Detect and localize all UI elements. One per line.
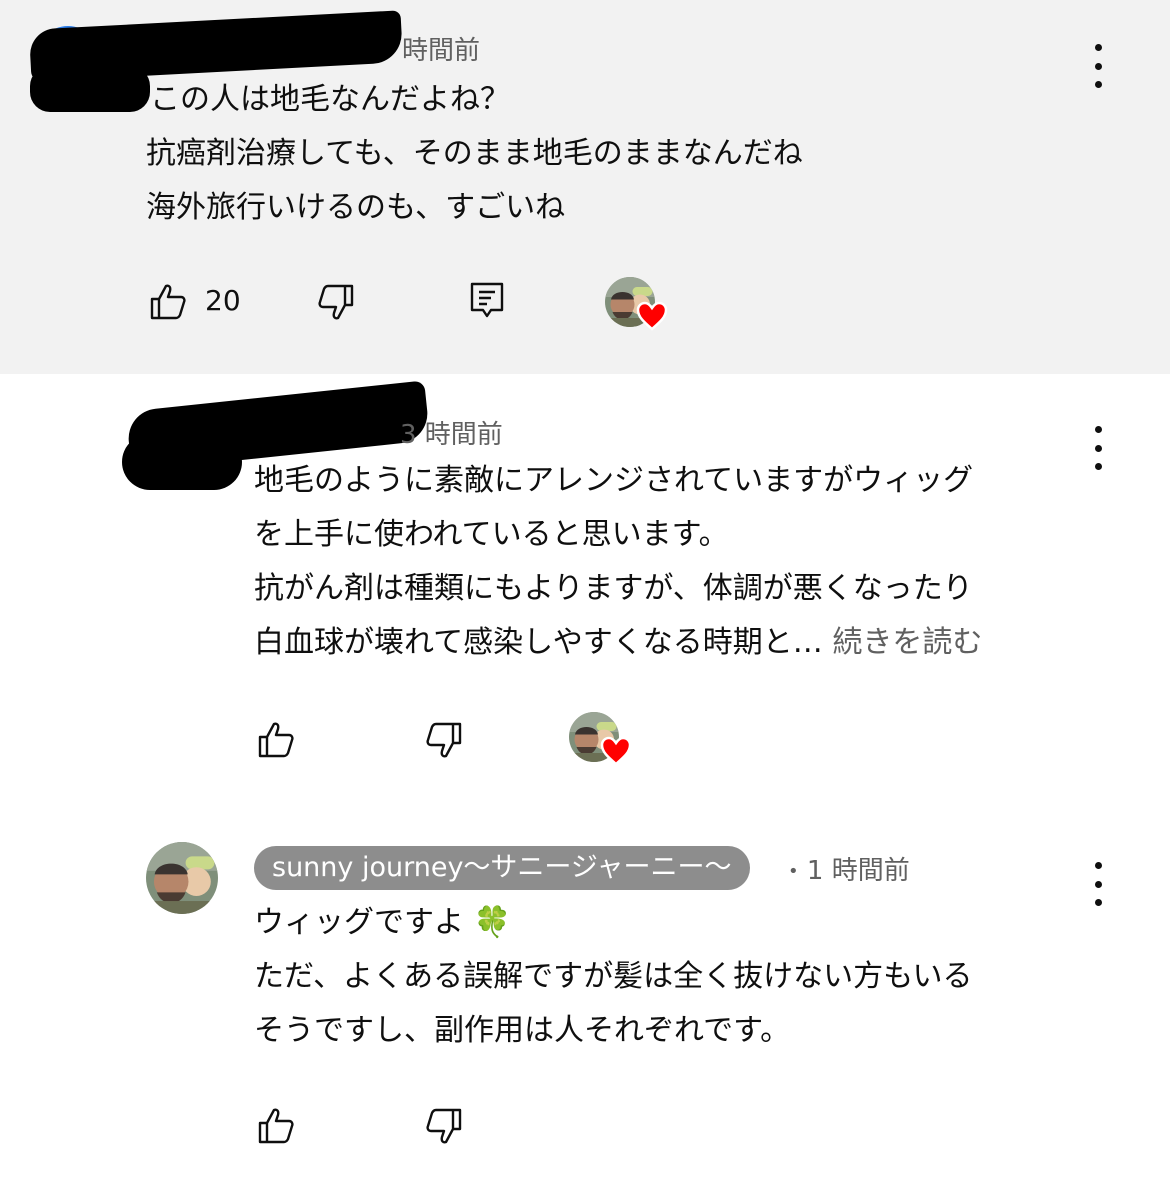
- creator-reply-comment: sunny journey〜サニージャーニー〜 • 1 時間前 ウィッグですよ …: [0, 804, 1170, 1193]
- creator-name-chip[interactable]: sunny journey〜サニージャーニー〜: [254, 846, 750, 890]
- like-count: 20: [205, 284, 241, 317]
- comment-text: ウィッグですよ: [254, 905, 464, 940]
- thumbs-up-icon: [148, 282, 188, 322]
- comment-truncated-text: 白血球が壊れて感染しやすくなる時期と…: [254, 625, 823, 660]
- comment-text-line: ただ、よくある誤解ですが髪は全く抜けない方もいる: [254, 959, 973, 994]
- comment-text-line: ウィッグですよ 🍀: [254, 896, 511, 950]
- thumbs-down-icon: [316, 282, 356, 322]
- thumbs-up-icon: [256, 1106, 296, 1146]
- thumbs-down-icon: [424, 720, 464, 760]
- comment-text-line: この人は地毛なんだよね？: [150, 82, 510, 117]
- four-leaf-clover-emoji: 🍀: [473, 905, 511, 940]
- comment-timestamp: 1 時間前: [806, 856, 910, 886]
- dislike-button[interactable]: [424, 720, 464, 760]
- comment-timestamp: 時間前: [402, 36, 481, 66]
- comment-menu-button[interactable]: [1088, 426, 1108, 470]
- reply-icon: [467, 280, 507, 320]
- comment-text-line: 抗がん剤は種類にもよりますが、体調が悪くなったり: [254, 571, 973, 606]
- read-more-link[interactable]: 続きを読む: [832, 625, 982, 660]
- dislike-button[interactable]: [316, 282, 356, 322]
- comment-text-line: 抗癌剤治療しても、そのまま地毛のままなんだね: [146, 136, 803, 171]
- reply-button[interactable]: [467, 280, 507, 320]
- like-button[interactable]: [256, 1106, 296, 1146]
- redaction-mark: [122, 434, 242, 490]
- comment-timestamp: 3 時間前: [400, 420, 503, 450]
- comment-meta: • 1 時間前: [788, 850, 910, 887]
- dislike-button[interactable]: [424, 1106, 464, 1146]
- comment-text-line: 海外旅行いけるのも、すごいね: [146, 190, 566, 225]
- comment-text-line: 白血球が壊れて感染しやすくなる時期と… 続きを読む: [254, 616, 982, 670]
- comment-text-line: そうですし、副作用は人それぞれです。: [254, 1013, 791, 1048]
- comment-highlighted: 時間前 この人は地毛なんだよね？ 抗癌剤治療しても、そのまま地毛のままなんだね …: [0, 0, 1170, 374]
- kebab-menu-icon: [1094, 426, 1102, 433]
- reply-comment: 3 時間前 地毛のように素敵にアレンジされていますがウィッグ を上手に使われてい…: [0, 374, 1170, 804]
- like-button[interactable]: [148, 282, 188, 322]
- kebab-menu-icon: [1094, 862, 1102, 869]
- redaction-mark: [30, 66, 150, 112]
- meta-separator: •: [788, 861, 799, 882]
- heart-icon: [600, 736, 632, 766]
- kebab-menu-icon: [1094, 44, 1102, 51]
- comment-menu-button[interactable]: [1088, 862, 1108, 906]
- comment-text-line: を上手に使われていると思います。: [254, 517, 729, 552]
- thumbs-up-icon: [256, 720, 296, 760]
- comment-menu-button[interactable]: [1088, 44, 1108, 88]
- thumbs-down-icon: [424, 1106, 464, 1146]
- comment-text-line: 地毛のように素敵にアレンジされていますがウィッグ: [254, 463, 974, 498]
- heart-icon: [636, 301, 668, 331]
- creator-avatar[interactable]: [146, 842, 218, 914]
- like-button[interactable]: [256, 720, 296, 760]
